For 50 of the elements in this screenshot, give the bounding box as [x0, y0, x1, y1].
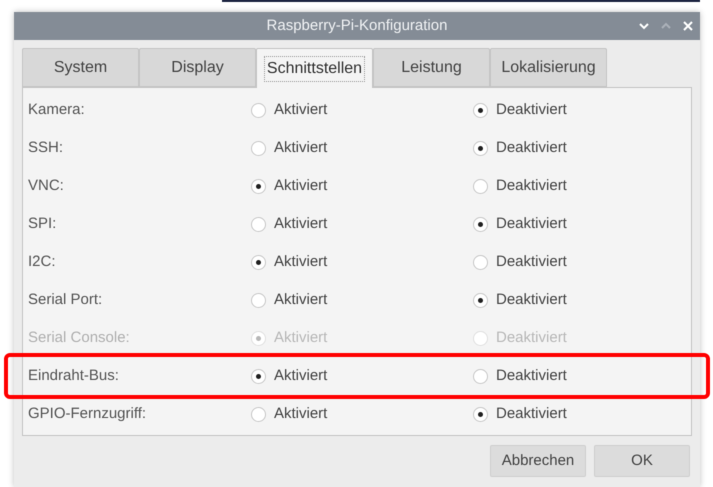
radio-button[interactable] — [473, 368, 488, 384]
radio-button[interactable] — [251, 368, 266, 384]
tab[interactable]: Display — [139, 48, 256, 87]
radio-button[interactable] — [473, 292, 488, 308]
setting-label: I2C: — [27, 252, 57, 272]
tab[interactable]: System — [22, 48, 139, 87]
radio-option[interactable]: Aktiviert — [251, 174, 473, 198]
radio-button[interactable] — [473, 102, 488, 118]
radio-option[interactable]: Aktiviert — [251, 402, 473, 426]
radio-option[interactable]: Aktiviert — [251, 212, 473, 236]
radio-option[interactable]: Deaktiviert — [473, 212, 567, 236]
setting-label: Kamera: — [27, 100, 86, 120]
radio-option[interactable]: Deaktiviert — [473, 402, 567, 426]
close-icon[interactable] — [682, 20, 694, 32]
cancel-button[interactable]: Abbrechen — [490, 445, 586, 477]
radio-option[interactable]: Deaktiviert — [473, 250, 567, 274]
radio-option[interactable]: Aktiviert — [251, 250, 473, 274]
radio-button[interactable] — [251, 216, 266, 232]
setting-label: Serial Console: — [27, 328, 131, 348]
window-title: Raspberry-Pi-Konfiguration — [266, 16, 448, 36]
radio-button[interactable] — [473, 178, 488, 194]
radio-option[interactable]: Deaktiviert — [473, 136, 567, 160]
radio-option[interactable]: Aktiviert — [251, 364, 473, 388]
radio-option[interactable]: Aktiviert — [251, 98, 473, 122]
radio-button[interactable] — [473, 216, 488, 232]
radio-button[interactable] — [251, 140, 266, 156]
radio-button[interactable] — [473, 406, 488, 422]
radio-button[interactable] — [251, 292, 266, 308]
radio-option[interactable]: Aktiviert — [251, 136, 473, 160]
radio-option[interactable]: Deaktiviert — [473, 364, 567, 388]
setting-label: GPIO-Fernzugriff: — [27, 404, 148, 424]
tab[interactable]: Lokalisierung — [490, 48, 607, 87]
setting-label: Serial Port: — [27, 290, 104, 310]
setting-label: Eindraht-Bus: — [27, 366, 120, 386]
radio-button[interactable] — [251, 102, 266, 118]
ok-button[interactable]: OK — [594, 445, 690, 477]
radio-button[interactable] — [473, 140, 488, 156]
setting-label: SPI: — [27, 214, 58, 234]
radio-button[interactable] — [251, 406, 266, 422]
radio-option[interactable]: Aktiviert — [251, 288, 473, 312]
radio-option[interactable]: Deaktiviert — [473, 288, 567, 312]
radio-button[interactable] — [473, 254, 488, 270]
setting-label: SSH: — [27, 138, 64, 158]
setting-label: VNC: — [27, 176, 65, 196]
radio-option[interactable]: Deaktiviert — [473, 98, 567, 122]
radio-button[interactable] — [251, 254, 266, 270]
radio-button[interactable] — [251, 178, 266, 194]
tab[interactable]: Schnittstellen — [256, 48, 373, 88]
tab[interactable]: Leistung — [373, 48, 490, 87]
radio-option[interactable]: Deaktiviert — [473, 174, 567, 198]
